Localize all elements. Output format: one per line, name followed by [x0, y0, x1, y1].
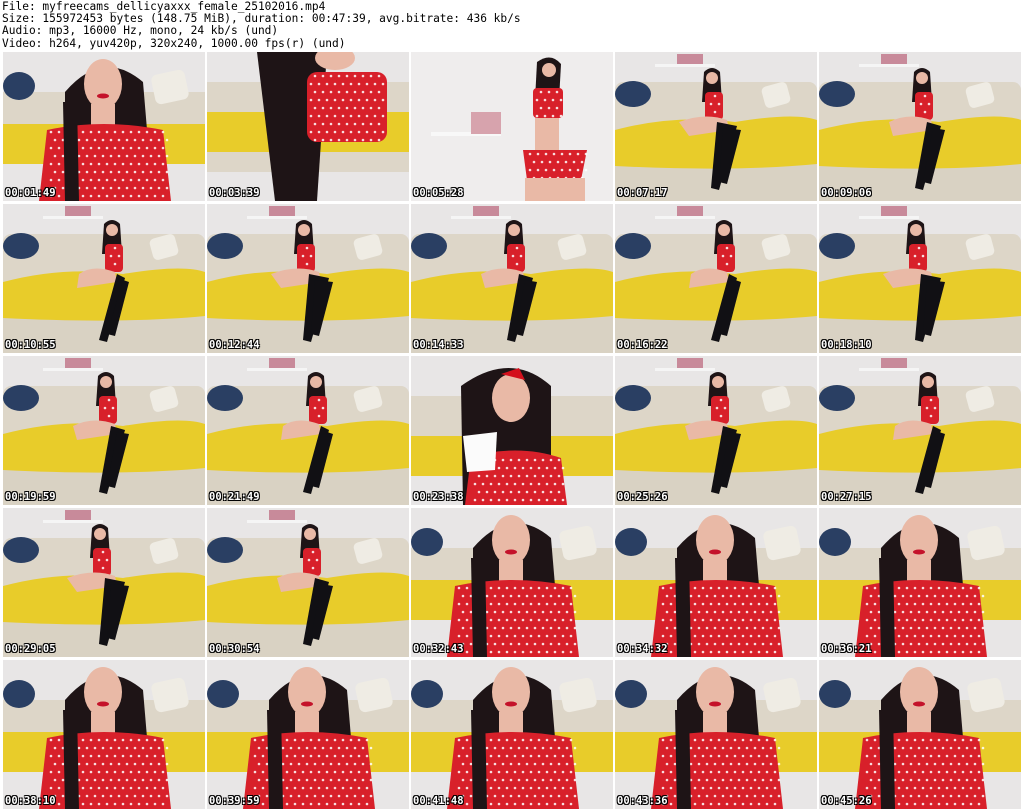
thumbnail-frame-image [615, 52, 817, 201]
thumbnail-timestamp: 00:30:54 [209, 643, 260, 655]
thumbnail-frame-image [819, 204, 1021, 353]
thumbnail-frame-image [615, 204, 817, 353]
thumbnail-frame-image [207, 52, 409, 201]
video-thumbnail: 00:45:26 [819, 660, 1021, 809]
video-thumbnail: 00:34:32 [615, 508, 817, 657]
thumbnail-timestamp: 00:18:10 [821, 339, 872, 351]
thumbnail-frame-image [207, 660, 409, 809]
thumbnail-timestamp: 00:01:49 [5, 187, 56, 199]
video-thumbnail: 00:10:55 [3, 204, 205, 353]
thumbnail-timestamp: 00:25:26 [617, 491, 668, 503]
video-thumbnail: 00:29:05 [3, 508, 205, 657]
thumbnail-frame-image [819, 508, 1021, 657]
video-thumbnail: 00:30:54 [207, 508, 409, 657]
video-thumbnail: 00:12:44 [207, 204, 409, 353]
thumbnail-frame-image [3, 508, 205, 657]
thumbnail-timestamp: 00:14:33 [413, 339, 464, 351]
thumbnail-timestamp: 00:05:28 [413, 187, 464, 199]
video-info-line: Video: h264, yuv420p, 320x240, 1000.00 f… [2, 36, 346, 50]
thumbnail-frame-image [411, 52, 613, 201]
video-thumbnail: 00:07:17 [615, 52, 817, 201]
thumbnail-frame-image [615, 356, 817, 505]
thumbnail-frame-image [3, 204, 205, 353]
video-thumbnail: 00:25:26 [615, 356, 817, 505]
video-thumbnail: 00:16:22 [615, 204, 817, 353]
thumbnail-timestamp: 00:38:10 [5, 795, 56, 807]
thumbnail-timestamp: 00:12:44 [209, 339, 260, 351]
thumbnail-timestamp: 00:19:59 [5, 491, 56, 503]
video-thumbnail: 00:36:21 [819, 508, 1021, 657]
thumbnail-frame-image [819, 660, 1021, 809]
video-thumbnail: 00:43:36 [615, 660, 817, 809]
video-thumbnail: 00:19:59 [3, 356, 205, 505]
thumbnail-frame-image [615, 660, 817, 809]
thumbnail-timestamp: 00:36:21 [821, 643, 872, 655]
video-thumbnail: 00:41:48 [411, 660, 613, 809]
thumbnail-timestamp: 00:23:38 [413, 491, 464, 503]
video-thumbnail: 00:38:10 [3, 660, 205, 809]
thumbnail-frame-image [207, 508, 409, 657]
thumbnail-timestamp: 00:34:32 [617, 643, 668, 655]
video-thumbnail: 00:03:39 [207, 52, 409, 201]
video-thumbnail: 00:32:43 [411, 508, 613, 657]
thumbnail-timestamp: 00:43:36 [617, 795, 668, 807]
video-thumbnail: 00:39:59 [207, 660, 409, 809]
video-thumbnail: 00:23:38 [411, 356, 613, 505]
video-thumbnail: 00:09:06 [819, 52, 1021, 201]
video-thumbnail: 00:14:33 [411, 204, 613, 353]
thumbnail-frame-image [411, 204, 613, 353]
video-thumbnail: 00:01:49 [3, 52, 205, 201]
thumbnail-timestamp: 00:39:59 [209, 795, 260, 807]
thumbnail-timestamp: 00:41:48 [413, 795, 464, 807]
thumbnail-frame-image [3, 356, 205, 505]
video-thumbnail: 00:27:15 [819, 356, 1021, 505]
thumbnail-timestamp: 00:03:39 [209, 187, 260, 199]
thumbnail-timestamp: 00:21:49 [209, 491, 260, 503]
thumbnail-frame-image [819, 356, 1021, 505]
thumbnail-timestamp: 00:10:55 [5, 339, 56, 351]
thumbnail-timestamp: 00:32:43 [413, 643, 464, 655]
thumbnail-timestamp: 00:29:05 [5, 643, 56, 655]
thumbnail-timestamp: 00:45:26 [821, 795, 872, 807]
thumbnail-frame-image [207, 356, 409, 505]
thumbnail-timestamp: 00:09:06 [821, 187, 872, 199]
thumbnail-frame-image [411, 508, 613, 657]
audio-info-line: Audio: mp3, 16000 Hz, mono, 24 kb/s (und… [2, 24, 279, 38]
video-thumbnail: 00:21:49 [207, 356, 409, 505]
file-info-header: File: myfreecams_dellicyaxxx_female_2510… [0, 0, 1024, 52]
thumbnail-frame-image [411, 660, 613, 809]
thumbnail-frame-image [819, 52, 1021, 201]
thumbnail-frame-image [3, 52, 205, 201]
thumbnail-timestamp: 00:27:15 [821, 491, 872, 503]
thumbnail-frame-image [3, 660, 205, 809]
video-thumbnail: 00:05:28 [411, 52, 613, 201]
thumbnail-timestamp: 00:07:17 [617, 187, 668, 199]
video-thumbnail: 00:18:10 [819, 204, 1021, 353]
thumbnail-frame-image [207, 204, 409, 353]
thumbnail-frame-image [615, 508, 817, 657]
thumbnail-grid: 00:01:49 00:03:39 00:05:28 00:07:17 00:09:06… [3, 52, 1021, 809]
thumbnail-timestamp: 00:16:22 [617, 339, 668, 351]
thumbnail-frame-image [411, 356, 613, 505]
